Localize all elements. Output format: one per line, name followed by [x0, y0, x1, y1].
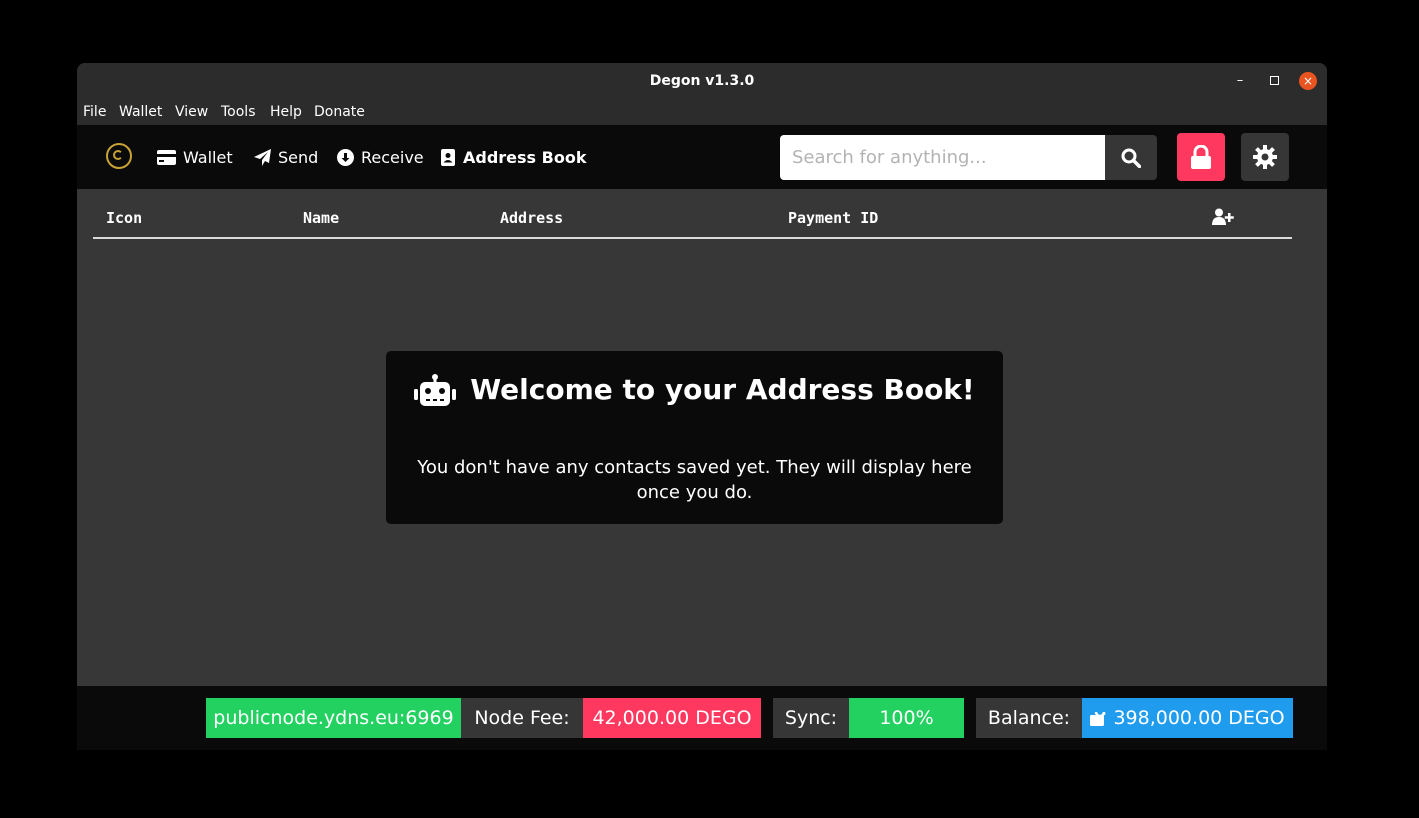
- menu-help[interactable]: Help: [270, 104, 302, 120]
- card-heading: Welcome to your Address Book!: [470, 373, 975, 406]
- search-icon: [1121, 148, 1141, 168]
- nav-receive[interactable]: Receive: [337, 145, 424, 169]
- unlock-icon: [1090, 711, 1106, 726]
- empty-address-book-card: Welcome to your Address Book! You don't …: [386, 351, 1003, 524]
- nav-send-label: Send: [278, 147, 319, 167]
- robot-icon: [414, 373, 457, 406]
- balance-value-tag: 398,000.00 DEGO: [1082, 698, 1293, 738]
- title-bar: Degon v1.3.0 – ×: [77, 63, 1327, 99]
- balance-label: Balance:: [976, 698, 1082, 738]
- lock-icon: [1191, 145, 1211, 169]
- minimize-button[interactable]: –: [1231, 72, 1249, 90]
- node-fee-label: Node Fee:: [461, 698, 583, 738]
- user-plus-icon: [1212, 208, 1234, 225]
- credit-card-icon: [157, 149, 176, 165]
- close-button[interactable]: ×: [1299, 72, 1317, 90]
- menu-file[interactable]: File: [83, 104, 106, 120]
- balance-value: 398,000.00 DEGO: [1113, 707, 1285, 729]
- nav-receive-label: Receive: [361, 147, 424, 167]
- menu-bar: File Wallet View Tools Help Donate: [77, 99, 1327, 125]
- column-header-address[interactable]: Address: [500, 209, 563, 227]
- column-header-payment-id[interactable]: Payment ID: [788, 209, 878, 227]
- card-message: You don't have any contacts saved yet. T…: [417, 457, 972, 503]
- add-contact-button[interactable]: [1212, 208, 1234, 229]
- nav-send[interactable]: Send: [254, 145, 318, 169]
- search-button[interactable]: [1105, 135, 1157, 180]
- contacts-table-header: Icon Name Address Payment ID: [93, 204, 1292, 239]
- maximize-button[interactable]: [1265, 72, 1283, 90]
- node-address-tag: publicnode.ydns.eu:6969: [206, 698, 461, 738]
- arrow-circle-down-icon: [337, 148, 354, 166]
- menu-view[interactable]: View: [175, 104, 208, 120]
- nav-address-book-label: Address Book: [463, 147, 587, 167]
- window-title: Degon v1.3.0: [649, 73, 755, 89]
- column-header-icon[interactable]: Icon: [106, 209, 142, 227]
- sync-label: Sync:: [773, 698, 849, 738]
- menu-tools[interactable]: Tools: [221, 104, 256, 120]
- search-input[interactable]: [780, 135, 1105, 180]
- paper-plane-icon: [254, 148, 271, 166]
- nav-wallet-label: Wallet: [183, 147, 233, 167]
- column-header-name[interactable]: Name: [303, 209, 339, 227]
- address-book-icon: [441, 148, 455, 166]
- gear-icon: [1253, 145, 1277, 169]
- sync-value: 100%: [849, 698, 964, 738]
- node-fee-value: 42,000.00 DEGO: [583, 698, 761, 738]
- nav-address-book[interactable]: Address Book: [441, 145, 586, 169]
- settings-button[interactable]: [1241, 133, 1289, 181]
- app-window: Degon v1.3.0 – × File Wallet View Tools …: [77, 63, 1327, 750]
- lock-wallet-button[interactable]: [1177, 133, 1225, 181]
- card-title-row: Welcome to your Address Book!: [386, 373, 1003, 406]
- status-bar: publicnode.ydns.eu:6969 Node Fee: 42,000…: [77, 686, 1327, 750]
- nav-wallet[interactable]: Wallet: [157, 145, 233, 169]
- menu-donate[interactable]: Donate: [314, 104, 365, 120]
- menu-wallet[interactable]: Wallet: [119, 104, 162, 120]
- maximize-icon: [1269, 76, 1279, 85]
- app-logo[interactable]: [106, 143, 132, 169]
